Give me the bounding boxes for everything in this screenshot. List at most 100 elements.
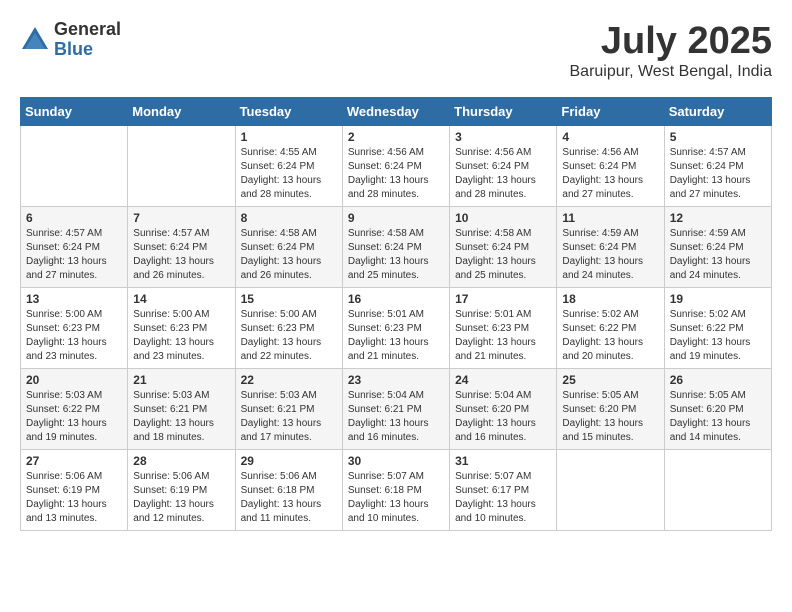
day-number: 14 <box>133 292 229 306</box>
day-number: 11 <box>562 211 658 225</box>
day-number: 15 <box>241 292 337 306</box>
calendar-cell: 8Sunrise: 4:58 AM Sunset: 6:24 PM Daylig… <box>235 207 342 288</box>
cell-text: Sunrise: 4:56 AM Sunset: 6:24 PM Dayligh… <box>562 146 658 202</box>
calendar-table: SundayMondayTuesdayWednesdayThursdayFrid… <box>20 97 772 531</box>
cell-text: Sunrise: 5:06 AM Sunset: 6:18 PM Dayligh… <box>241 470 337 526</box>
cell-text: Sunrise: 5:06 AM Sunset: 6:19 PM Dayligh… <box>133 470 229 526</box>
calendar-cell: 7Sunrise: 4:57 AM Sunset: 6:24 PM Daylig… <box>128 207 235 288</box>
cell-text: Sunrise: 4:59 AM Sunset: 6:24 PM Dayligh… <box>562 227 658 283</box>
calendar-cell: 14 Sunrise: 5:00 AM Sunset: 6:23 PM Dayli… <box>128 288 235 369</box>
day-number: 13 <box>26 292 122 306</box>
calendar-cell <box>557 450 664 531</box>
calendar-cell: 13 Sunrise: 5:00 AM Sunset: 6:23 PM Dayli… <box>21 288 128 369</box>
cell-text: Sunrise: 4:58 AM Sunset: 6:24 PM Dayligh… <box>455 227 551 283</box>
cell-text: Sunrise: 4:58 AM Sunset: 6:24 PM Dayligh… <box>348 227 444 283</box>
calendar-cell: 27 Sunrise: 5:06 AM Sunset: 6:19 PM Dayli… <box>21 450 128 531</box>
logo: General Blue <box>20 20 121 60</box>
cell-text: Sunrise: 4:57 AM Sunset: 6:24 PM Dayligh… <box>26 227 122 283</box>
calendar-cell: 4 Sunrise: 4:56 AM Sunset: 6:24 PM Daylig… <box>557 126 664 207</box>
calendar-cell: 31Sunrise: 5:07 AM Sunset: 6:17 PM Dayli… <box>450 450 557 531</box>
cell-text: Sunrise: 5:04 AM Sunset: 6:21 PM Dayligh… <box>348 389 444 445</box>
week-row-1: 1Sunrise: 4:55 AM Sunset: 6:24 PM Daylig… <box>21 126 772 207</box>
calendar-cell: 3 Sunrise: 4:56 AM Sunset: 6:24 PM Daylig… <box>450 126 557 207</box>
logo-blue-text: Blue <box>54 40 121 60</box>
title-area: July 2025 Baruipur, West Bengal, India <box>570 20 773 81</box>
calendar-cell <box>128 126 235 207</box>
day-number: 23 <box>348 373 444 387</box>
cell-text: Sunrise: 5:02 AM Sunset: 6:22 PM Dayligh… <box>562 308 658 364</box>
cell-text: Sunrise: 5:03 AM Sunset: 6:22 PM Dayligh… <box>26 389 122 445</box>
calendar-cell: 15 Sunrise: 5:00 AM Sunset: 6:23 PM Dayli… <box>235 288 342 369</box>
calendar-cell: 12Sunrise: 4:59 AM Sunset: 6:24 PM Dayli… <box>664 207 771 288</box>
calendar-cell <box>664 450 771 531</box>
weekday-header-tuesday: Tuesday <box>235 98 342 126</box>
calendar-cell: 1Sunrise: 4:55 AM Sunset: 6:24 PM Daylig… <box>235 126 342 207</box>
calendar-cell: 22Sunrise: 5:03 AM Sunset: 6:21 PM Dayli… <box>235 369 342 450</box>
week-row-5: 27 Sunrise: 5:06 AM Sunset: 6:19 PM Dayli… <box>21 450 772 531</box>
calendar-cell: 24 Sunrise: 5:04 AM Sunset: 6:20 PM Dayli… <box>450 369 557 450</box>
day-number: 17 <box>455 292 551 306</box>
day-number: 21 <box>133 373 229 387</box>
day-number: 8 <box>241 211 337 225</box>
calendar-cell: 11 Sunrise: 4:59 AM Sunset: 6:24 PM Dayli… <box>557 207 664 288</box>
day-number: 7 <box>133 211 229 225</box>
logo-icon <box>20 25 50 55</box>
day-number: 26 <box>670 373 766 387</box>
week-row-3: 13 Sunrise: 5:00 AM Sunset: 6:23 PM Dayli… <box>21 288 772 369</box>
cell-text: Sunrise: 5:05 AM Sunset: 6:20 PM Dayligh… <box>670 389 766 445</box>
day-number: 20 <box>26 373 122 387</box>
day-number: 5 <box>670 130 766 144</box>
calendar-cell: 16Sunrise: 5:01 AM Sunset: 6:23 PM Dayli… <box>342 288 449 369</box>
weekday-header-sunday: Sunday <box>21 98 128 126</box>
weekday-header-saturday: Saturday <box>664 98 771 126</box>
cell-text: Sunrise: 5:00 AM Sunset: 6:23 PM Dayligh… <box>26 308 122 364</box>
cell-text: Sunrise: 4:56 AM Sunset: 6:24 PM Dayligh… <box>455 146 551 202</box>
calendar-cell: 5Sunrise: 4:57 AM Sunset: 6:24 PM Daylig… <box>664 126 771 207</box>
week-row-2: 6 Sunrise: 4:57 AM Sunset: 6:24 PM Daylig… <box>21 207 772 288</box>
weekday-header-row: SundayMondayTuesdayWednesdayThursdayFrid… <box>21 98 772 126</box>
day-number: 16 <box>348 292 444 306</box>
calendar-cell: 30Sunrise: 5:07 AM Sunset: 6:18 PM Dayli… <box>342 450 449 531</box>
day-number: 18 <box>562 292 658 306</box>
cell-text: Sunrise: 5:01 AM Sunset: 6:23 PM Dayligh… <box>455 308 551 364</box>
cell-text: Sunrise: 5:03 AM Sunset: 6:21 PM Dayligh… <box>241 389 337 445</box>
day-number: 1 <box>241 130 337 144</box>
month-title: July 2025 <box>570 20 773 63</box>
day-number: 27 <box>26 454 122 468</box>
calendar-cell: 25 Sunrise: 5:05 AM Sunset: 6:20 PM Dayli… <box>557 369 664 450</box>
day-number: 6 <box>26 211 122 225</box>
cell-text: Sunrise: 5:02 AM Sunset: 6:22 PM Dayligh… <box>670 308 766 364</box>
day-number: 10 <box>455 211 551 225</box>
weekday-header-monday: Monday <box>128 98 235 126</box>
calendar-cell: 2 Sunrise: 4:56 AM Sunset: 6:24 PM Daylig… <box>342 126 449 207</box>
logo-general-text: General <box>54 20 121 40</box>
day-number: 2 <box>348 130 444 144</box>
calendar-cell: 29Sunrise: 5:06 AM Sunset: 6:18 PM Dayli… <box>235 450 342 531</box>
cell-text: Sunrise: 5:00 AM Sunset: 6:23 PM Dayligh… <box>241 308 337 364</box>
cell-text: Sunrise: 5:06 AM Sunset: 6:19 PM Dayligh… <box>26 470 122 526</box>
calendar-cell: 20 Sunrise: 5:03 AM Sunset: 6:22 PM Dayli… <box>21 369 128 450</box>
cell-text: Sunrise: 5:04 AM Sunset: 6:20 PM Dayligh… <box>455 389 551 445</box>
cell-text: Sunrise: 4:56 AM Sunset: 6:24 PM Dayligh… <box>348 146 444 202</box>
day-number: 25 <box>562 373 658 387</box>
day-number: 24 <box>455 373 551 387</box>
day-number: 28 <box>133 454 229 468</box>
day-number: 4 <box>562 130 658 144</box>
logo-text: General Blue <box>54 20 121 60</box>
weekday-header-wednesday: Wednesday <box>342 98 449 126</box>
cell-text: Sunrise: 5:05 AM Sunset: 6:20 PM Dayligh… <box>562 389 658 445</box>
cell-text: Sunrise: 5:00 AM Sunset: 6:23 PM Dayligh… <box>133 308 229 364</box>
calendar-cell: 21Sunrise: 5:03 AM Sunset: 6:21 PM Dayli… <box>128 369 235 450</box>
calendar-cell: 23 Sunrise: 5:04 AM Sunset: 6:21 PM Dayli… <box>342 369 449 450</box>
weekday-header-thursday: Thursday <box>450 98 557 126</box>
calendar-cell: 26 Sunrise: 5:05 AM Sunset: 6:20 PM Dayli… <box>664 369 771 450</box>
weekday-header-friday: Friday <box>557 98 664 126</box>
calendar-cell: 17 Sunrise: 5:01 AM Sunset: 6:23 PM Dayli… <box>450 288 557 369</box>
day-number: 3 <box>455 130 551 144</box>
week-row-4: 20 Sunrise: 5:03 AM Sunset: 6:22 PM Dayli… <box>21 369 772 450</box>
day-number: 12 <box>670 211 766 225</box>
location-title: Baruipur, West Bengal, India <box>570 63 773 81</box>
page-header: General Blue July 2025 Baruipur, West Be… <box>20 20 772 81</box>
calendar-cell: 19Sunrise: 5:02 AM Sunset: 6:22 PM Dayli… <box>664 288 771 369</box>
day-number: 31 <box>455 454 551 468</box>
